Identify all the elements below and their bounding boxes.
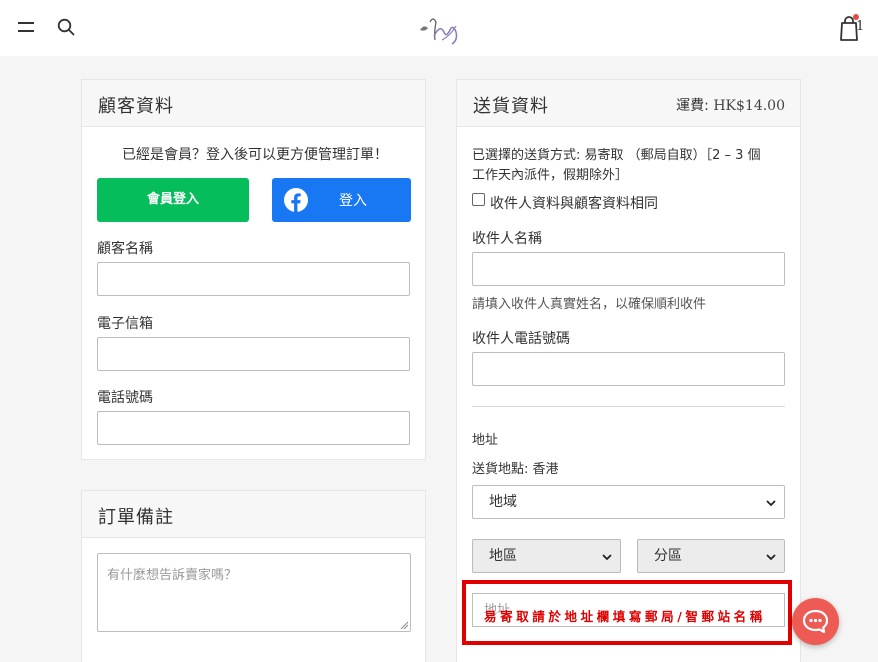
delivery-method-line2: 工作天內派件，假期除外］ <box>472 168 629 183</box>
order-remarks-header: 訂單備註 <box>82 491 425 538</box>
order-remarks-card: 訂單備註 有什麼想告訴賣家嗎？ <box>81 490 426 662</box>
customer-email-label: 電子信箱 <box>97 316 153 332</box>
district-select[interactable]: 地區 <box>472 539 621 573</box>
customer-name-label: 顧客名稱 <box>97 241 153 257</box>
shipping-info-header: 送貨資料 運費: HK$14.00 <box>457 80 800 127</box>
shipping-info-card: 送貨資料 運費: HK$14.00 已選擇的送貨方式: 易寄取 （郵局自取）［2… <box>456 79 801 662</box>
section-divider <box>472 406 785 407</box>
chevron-down-icon <box>766 554 776 561</box>
chat-icon <box>802 609 829 634</box>
shipping-fee: 運費: HK$14.00 <box>676 95 785 115</box>
customer-name-input[interactable] <box>97 262 410 296</box>
recipient-phone-label: 收件人電話號碼 <box>472 331 570 347</box>
facebook-login-button[interactable]: 登入 <box>272 178 411 222</box>
same-as-customer-checkbox[interactable] <box>472 193 485 206</box>
top-navbar: 1 <box>0 0 878 56</box>
facebook-icon <box>284 188 308 212</box>
customer-info-header: 顧客資料 <box>82 80 425 127</box>
recipient-name-hint: 請填入收件人真實姓名，以確保順利收件 <box>472 297 707 312</box>
order-remarks-placeholder: 有什麼想告訴賣家嗎？ <box>107 568 238 583</box>
menu-icon[interactable] <box>16 20 36 34</box>
chevron-down-icon <box>602 554 612 561</box>
customer-phone-label: 電話號碼 <box>97 390 153 406</box>
recipient-name-input[interactable] <box>472 252 785 286</box>
district-select-value: 地區 <box>489 548 517 564</box>
region-select-value: 地域 <box>489 494 517 510</box>
customer-email-input[interactable] <box>97 337 410 371</box>
delivery-location: 送貨地點: 香港 <box>472 462 559 477</box>
address-section-label: 地址 <box>472 433 499 448</box>
customer-info-card: 顧客資料 已經是會員？登入後可以更方便管理訂單！ 會員登入 登入 顧客名稱 電子… <box>81 79 426 460</box>
shipping-info-title: 送貨資料 <box>473 96 549 117</box>
cart-count: 1 <box>856 19 865 34</box>
member-login-button[interactable]: 會員登入 <box>97 178 249 222</box>
delivery-method-line1: 已選擇的送貨方式: 易寄取 （郵局自取）［2 – 3 個 <box>472 148 761 163</box>
subdistrict-select[interactable]: 分區 <box>637 539 785 573</box>
login-prompt: 已經是會員？登入後可以更方便管理訂單！ <box>122 147 388 163</box>
shipping-fee-value: HK$14.00 <box>713 98 785 114</box>
chat-button[interactable] <box>792 598 839 645</box>
customer-info-title: 顧客資料 <box>98 96 174 117</box>
resize-handle-icon[interactable] <box>400 621 408 629</box>
chevron-down-icon <box>766 500 776 507</box>
order-remarks-textarea[interactable]: 有什麼想告訴賣家嗎？ <box>97 553 411 632</box>
recipient-phone-input[interactable] <box>472 352 785 386</box>
subdistrict-select-value: 分區 <box>654 548 682 564</box>
customer-phone-input[interactable] <box>97 411 410 445</box>
recipient-name-label: 收件人名稱 <box>472 231 542 247</box>
logo[interactable] <box>412 10 468 48</box>
facebook-login-label: 登入 <box>339 193 367 209</box>
order-remarks-title: 訂單備註 <box>98 507 174 528</box>
region-select[interactable]: 地域 <box>472 485 785 519</box>
same-as-customer-label[interactable]: 收件人資料與顧客資料相同 <box>490 193 658 213</box>
shipping-fee-label: 運費: <box>676 98 709 114</box>
highlight-box <box>462 580 792 645</box>
search-icon[interactable] <box>57 18 75 36</box>
